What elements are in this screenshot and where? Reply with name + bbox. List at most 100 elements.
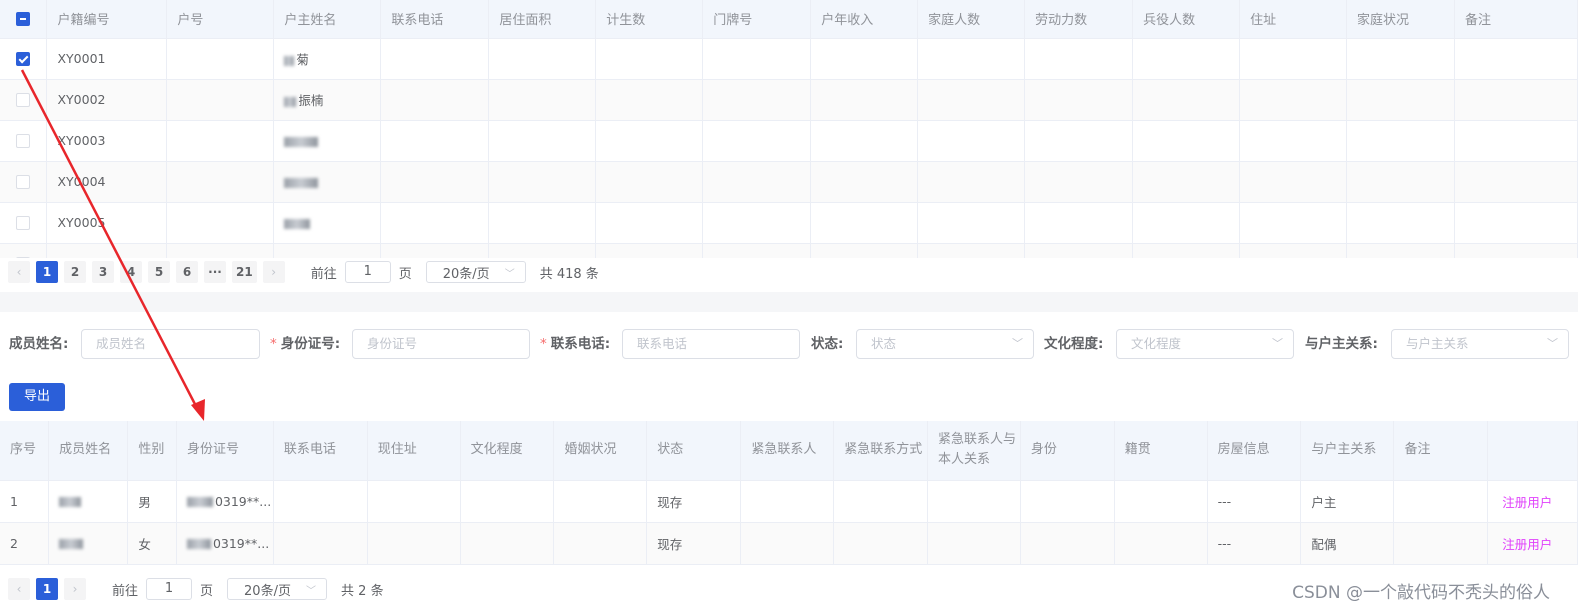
col-header[interactable]: 婚姻状况: [553, 421, 648, 481]
col-header[interactable]: 联系电话: [273, 421, 368, 481]
table-row[interactable]: 1 男 0319**... 现存 --- 户主 注册用户: [0, 480, 1578, 523]
page-jump-input[interactable]: 1: [146, 578, 193, 600]
table-row[interactable]: XY0003: [0, 120, 1578, 162]
col-header[interactable]: 身份证号: [176, 421, 274, 481]
row-select-cell[interactable]: [0, 120, 48, 162]
col-header[interactable]: 备注: [1393, 421, 1489, 481]
member-status: 现存: [646, 480, 742, 523]
col-header[interactable]: 备注: [1454, 0, 1578, 39]
page-button[interactable]: 2: [64, 261, 86, 283]
col-header[interactable]: 户年收入: [810, 0, 919, 39]
col-header[interactable]: 劳动力数: [1024, 0, 1134, 39]
head-name: 菊: [273, 38, 382, 80]
row-select-cell[interactable]: [0, 202, 48, 244]
redacted-name: [59, 539, 84, 549]
col-header[interactable]: 紧急联系方式: [833, 421, 929, 481]
register-user-link[interactable]: 注册用户: [1487, 522, 1578, 565]
row-select-cell[interactable]: [0, 79, 48, 121]
page-jump-input[interactable]: 1: [344, 261, 391, 283]
education-select[interactable]: 文化程度 ﹀: [1116, 329, 1294, 359]
col-header[interactable]: 状态: [646, 421, 742, 481]
col-header[interactable]: 家庭人数: [917, 0, 1026, 39]
col-header[interactable]: 门牌号: [702, 0, 812, 39]
row-checkbox[interactable]: [16, 134, 31, 149]
row-checkbox[interactable]: [16, 52, 31, 67]
page-jumper: 前往 1 页: [311, 261, 412, 283]
col-header[interactable]: 紧急联系人: [740, 421, 835, 481]
col-header[interactable]: 兵役人数: [1132, 0, 1241, 39]
col-header[interactable]: 家庭状况: [1346, 0, 1455, 39]
col-header[interactable]: 住址: [1239, 0, 1348, 39]
table-row[interactable]: XY0005: [0, 202, 1578, 244]
row-checkbox[interactable]: [16, 93, 31, 108]
page-size-value: 20条/页: [442, 266, 490, 282]
page-button[interactable]: 6: [176, 261, 198, 283]
col-header[interactable]: 与户主关系: [1300, 421, 1395, 481]
education-label: 文化程度:: [1044, 336, 1104, 352]
col-header[interactable]: 户号: [166, 0, 275, 39]
col-header[interactable]: 序号: [0, 421, 50, 481]
relation-select[interactable]: 与户主关系 ﹀: [1391, 329, 1569, 359]
chevron-down-icon: ﹀: [306, 585, 317, 597]
redacted-name: [59, 497, 82, 507]
col-header[interactable]: 计生数: [595, 0, 704, 39]
redacted-name: [284, 218, 311, 229]
member-name-input[interactable]: 成员姓名: [81, 329, 260, 359]
page-button[interactable]: 1: [36, 261, 58, 283]
row-select-cell[interactable]: [0, 243, 48, 258]
table-row[interactable]: XY0001 菊: [0, 38, 1578, 80]
header-row: 户籍编号 户号 户主姓名 联系电话 居住面积 计生数 门牌号 户年收入 家庭人数…: [0, 0, 1578, 39]
prev-page-button[interactable]: ‹: [8, 578, 30, 600]
household-pagination: ‹ 1 2 3 4 5 6 ··· 21 › 前往 1 页 20条/页 ﹀ 共 …: [8, 261, 599, 283]
id-number-input[interactable]: 身份证号: [352, 329, 530, 359]
col-header[interactable]: 户籍编号: [46, 0, 168, 39]
col-header[interactable]: 身份: [1020, 421, 1115, 481]
col-header[interactable]: 现住址: [367, 421, 461, 481]
head-name: 振楠: [273, 79, 382, 121]
member-name: [48, 480, 129, 523]
table-row[interactable]: XY0002 振楠: [0, 79, 1578, 121]
row-checkbox[interactable]: [16, 175, 31, 190]
more-pages-button[interactable]: ···: [204, 261, 226, 283]
page-button[interactable]: 21: [232, 261, 257, 283]
col-header[interactable]: 户主姓名: [273, 0, 382, 39]
status-label: 状态:: [811, 336, 844, 352]
col-header[interactable]: 性别: [127, 421, 177, 481]
page-button[interactable]: 1: [36, 578, 58, 600]
table-row[interactable]: 2 女 0319**... 现存 --- 配偶 注册用户: [0, 522, 1578, 565]
col-header[interactable]: 联系电话: [380, 0, 490, 39]
export-button[interactable]: 导出: [9, 383, 65, 411]
head-name: [273, 202, 382, 244]
row-select-cell[interactable]: [0, 38, 48, 80]
page-button[interactable]: 4: [120, 261, 142, 283]
table-row[interactable]: [0, 243, 1578, 258]
col-header[interactable]: 居住面积: [488, 0, 597, 39]
table-row[interactable]: XY0004: [0, 161, 1578, 203]
required-mark: *: [270, 336, 277, 352]
col-header[interactable]: 成员姓名: [48, 421, 129, 481]
household-id: XY0003: [46, 120, 168, 162]
page-button[interactable]: 3: [92, 261, 114, 283]
prev-page-button[interactable]: ‹: [8, 261, 30, 283]
page-button[interactable]: 5: [148, 261, 170, 283]
house-info: ---: [1207, 522, 1302, 565]
page-size-select[interactable]: 20条/页 ﹀: [425, 261, 526, 283]
phone-input[interactable]: 联系电话: [622, 329, 800, 359]
col-header[interactable]: 紧急联系人与本人关系: [927, 421, 1021, 481]
household-id: XY0004: [46, 161, 168, 203]
next-page-button[interactable]: ›: [262, 261, 285, 283]
arrow-head: [191, 399, 205, 421]
col-header[interactable]: 房屋信息: [1207, 421, 1302, 481]
page-size-select[interactable]: 20条/页 ﹀: [227, 578, 328, 600]
col-header[interactable]: 文化程度: [460, 421, 555, 481]
row-checkbox[interactable]: [16, 257, 31, 258]
select-all-checkbox[interactable]: [16, 11, 31, 26]
total-count: 共 2 条: [341, 583, 384, 599]
select-all-cell[interactable]: [0, 0, 48, 39]
row-select-cell[interactable]: [0, 161, 48, 203]
next-page-button[interactable]: ›: [64, 578, 86, 600]
status-select[interactable]: 状态 ﹀: [856, 329, 1034, 359]
col-header[interactable]: 籍贯: [1114, 421, 1208, 481]
register-user-link[interactable]: 注册用户: [1487, 480, 1578, 523]
row-checkbox[interactable]: [16, 216, 31, 231]
